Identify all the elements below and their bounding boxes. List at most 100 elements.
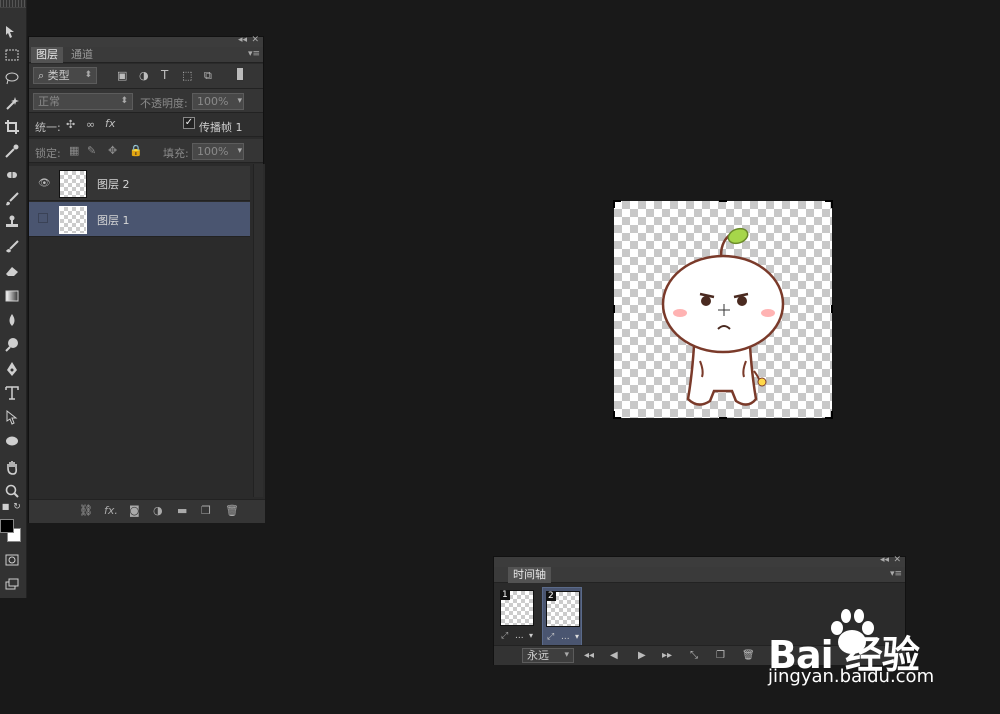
fill-field[interactable]: 100% ▾ <box>192 143 244 160</box>
tab-channels[interactable]: 通道 <box>66 47 98 63</box>
previous-frame-icon[interactable]: ◀ <box>610 650 618 661</box>
frame-delay[interactable]: ... <box>515 631 524 641</box>
toolbar-grip[interactable] <box>0 0 26 8</box>
hand-tool-icon[interactable] <box>2 457 22 477</box>
duplicate-frame-icon[interactable]: ❐ <box>716 650 725 661</box>
clone-stamp-tool-icon[interactable] <box>2 212 22 232</box>
trash-icon[interactable]: 🗑 <box>742 650 755 661</box>
close-icon[interactable]: ✕ <box>251 35 259 45</box>
filter-shape-icon[interactable]: ⬚ <box>182 69 192 82</box>
frame-delay[interactable]: ... <box>561 632 570 642</box>
opacity-field[interactable]: 100% ▾ <box>192 93 244 110</box>
layer-row-2[interactable]: 👁 图层 2 <box>29 166 250 201</box>
crop-tool-icon[interactable] <box>2 117 22 137</box>
filter-toggle-icon[interactable] <box>236 67 244 81</box>
chevron-down-icon[interactable]: ▾ <box>529 631 533 640</box>
lock-all-icon[interactable]: 🔒 <box>129 144 143 157</box>
opacity-label: 不透明度: <box>140 97 188 110</box>
filter-kind-select[interactable]: ⌕ 类型 ⬍ <box>33 67 97 84</box>
eye-icon[interactable]: 👁 <box>38 178 51 189</box>
eyedropper-tool-icon[interactable] <box>2 141 22 161</box>
transform-handle[interactable] <box>613 411 615 419</box>
link-layers-icon[interactable]: ⛓ <box>79 504 93 517</box>
layers-panel-titlebar[interactable]: ◂◂ ✕ <box>29 35 263 47</box>
frame-2[interactable]: 2 ⤢ ... ▾ <box>542 587 582 647</box>
marquee-tool-icon[interactable] <box>2 45 22 65</box>
eraser-tool-icon[interactable] <box>2 261 22 281</box>
play-icon[interactable]: ▶ <box>638 650 646 661</box>
transform-handle[interactable] <box>719 200 727 202</box>
layer-name[interactable]: 图层 1 <box>97 212 130 228</box>
new-group-icon[interactable]: ▬ <box>177 504 187 517</box>
chevron-down-icon[interactable]: ▾ <box>575 632 579 641</box>
layers-scrollbar[interactable] <box>253 164 263 497</box>
panel-menu-icon[interactable]: ▾≡ <box>890 569 902 579</box>
tab-layers[interactable]: 图层 <box>31 47 63 63</box>
character-illustration <box>661 227 785 406</box>
fill-value: 100% <box>197 145 229 158</box>
path-selection-tool-icon[interactable] <box>2 407 22 427</box>
brush-tool-icon[interactable] <box>2 189 22 209</box>
dodge-tool-icon[interactable] <box>2 334 22 354</box>
unify-style-icon[interactable]: fx <box>105 117 115 130</box>
unify-position-icon[interactable]: ✣ <box>66 118 75 131</box>
loop-select[interactable]: 永远 ▾ <box>522 648 574 663</box>
timeline-tabs: 时间轴 ▾≡ <box>494 567 905 583</box>
transform-handle[interactable] <box>613 200 615 208</box>
tween-frames-icon[interactable]: ⤡ <box>690 650 698 661</box>
quick-mask-icon[interactable] <box>2 550 22 570</box>
transform-handle[interactable] <box>613 305 615 313</box>
transform-handle[interactable] <box>831 305 833 313</box>
unify-row: 统一: ✣ ∞ fx ✓ 传播帧 1 <box>29 113 263 137</box>
spot-healing-tool-icon[interactable] <box>2 165 22 185</box>
next-frame-icon[interactable]: ▸▸ <box>662 650 672 661</box>
pen-tool-icon[interactable] <box>2 359 22 379</box>
blend-mode-select[interactable]: 正常 ⬍ <box>33 93 133 110</box>
document-canvas[interactable] <box>613 200 833 419</box>
layer-thumbnail <box>59 206 87 234</box>
add-style-icon[interactable]: fx. <box>104 504 118 517</box>
first-frame-icon[interactable]: ◂◂ <box>584 650 594 661</box>
frame-1[interactable]: 1 ⤢ ... ▾ <box>497 587 537 647</box>
trash-icon[interactable]: 🗑 <box>225 504 239 517</box>
unify-label: 统一: <box>35 121 61 134</box>
propagate-checkbox[interactable]: ✓ <box>183 117 195 129</box>
magic-wand-tool-icon[interactable] <box>2 93 22 113</box>
transform-handle[interactable] <box>719 417 727 419</box>
lasso-tool-icon[interactable] <box>2 68 22 88</box>
filter-adjustment-icon[interactable]: ◑ <box>139 69 149 82</box>
visibility-toggle-off[interactable] <box>38 213 48 223</box>
filter-pixel-icon[interactable]: ▣ <box>117 69 127 82</box>
swap-colors-icon[interactable]: ↻ <box>11 501 23 513</box>
gradient-tool-icon[interactable] <box>2 286 22 306</box>
tab-timeline[interactable]: 时间轴 <box>508 567 551 583</box>
unify-visibility-icon[interactable]: ∞ <box>86 118 95 131</box>
panel-menu-icon[interactable]: ▾≡ <box>248 49 260 59</box>
transform-handle[interactable] <box>831 411 833 419</box>
move-tool-icon[interactable] <box>2 22 22 42</box>
add-mask-icon[interactable]: ◙ <box>129 504 140 517</box>
filter-smart-object-icon[interactable]: ⧉ <box>204 69 212 83</box>
collapse-icon[interactable]: ◂◂ <box>238 35 247 45</box>
zoom-tool-icon[interactable] <box>2 481 22 501</box>
collapse-icon[interactable]: ◂◂ <box>880 555 889 565</box>
layer-name[interactable]: 图层 2 <box>97 176 130 192</box>
filter-type-icon[interactable]: T <box>161 68 168 82</box>
new-adjustment-icon[interactable]: ◑ <box>153 504 163 517</box>
layer-row-1[interactable]: 图层 1 <box>29 202 250 237</box>
new-layer-icon[interactable]: ❐ <box>201 504 211 517</box>
lock-move-icon[interactable]: ✥ <box>108 144 117 157</box>
history-brush-tool-icon[interactable] <box>2 237 22 257</box>
blur-tool-icon[interactable] <box>2 310 22 330</box>
chevron-down-icon: ▾ <box>237 146 242 156</box>
timeline-panel-titlebar[interactable]: ◂◂ ✕ <box>494 555 905 567</box>
type-tool-icon[interactable] <box>2 383 22 403</box>
lock-transparent-icon[interactable]: ▦ <box>69 144 79 157</box>
foreground-color-swatch[interactable] <box>0 519 14 533</box>
lock-paint-icon[interactable]: ✎ <box>87 144 96 157</box>
ellipse-tool-icon[interactable] <box>2 431 22 451</box>
close-icon[interactable]: ✕ <box>893 555 901 565</box>
screen-mode-icon[interactable] <box>2 574 22 594</box>
transform-handle[interactable] <box>831 200 833 208</box>
default-colors-icon[interactable]: ■ <box>0 501 11 513</box>
